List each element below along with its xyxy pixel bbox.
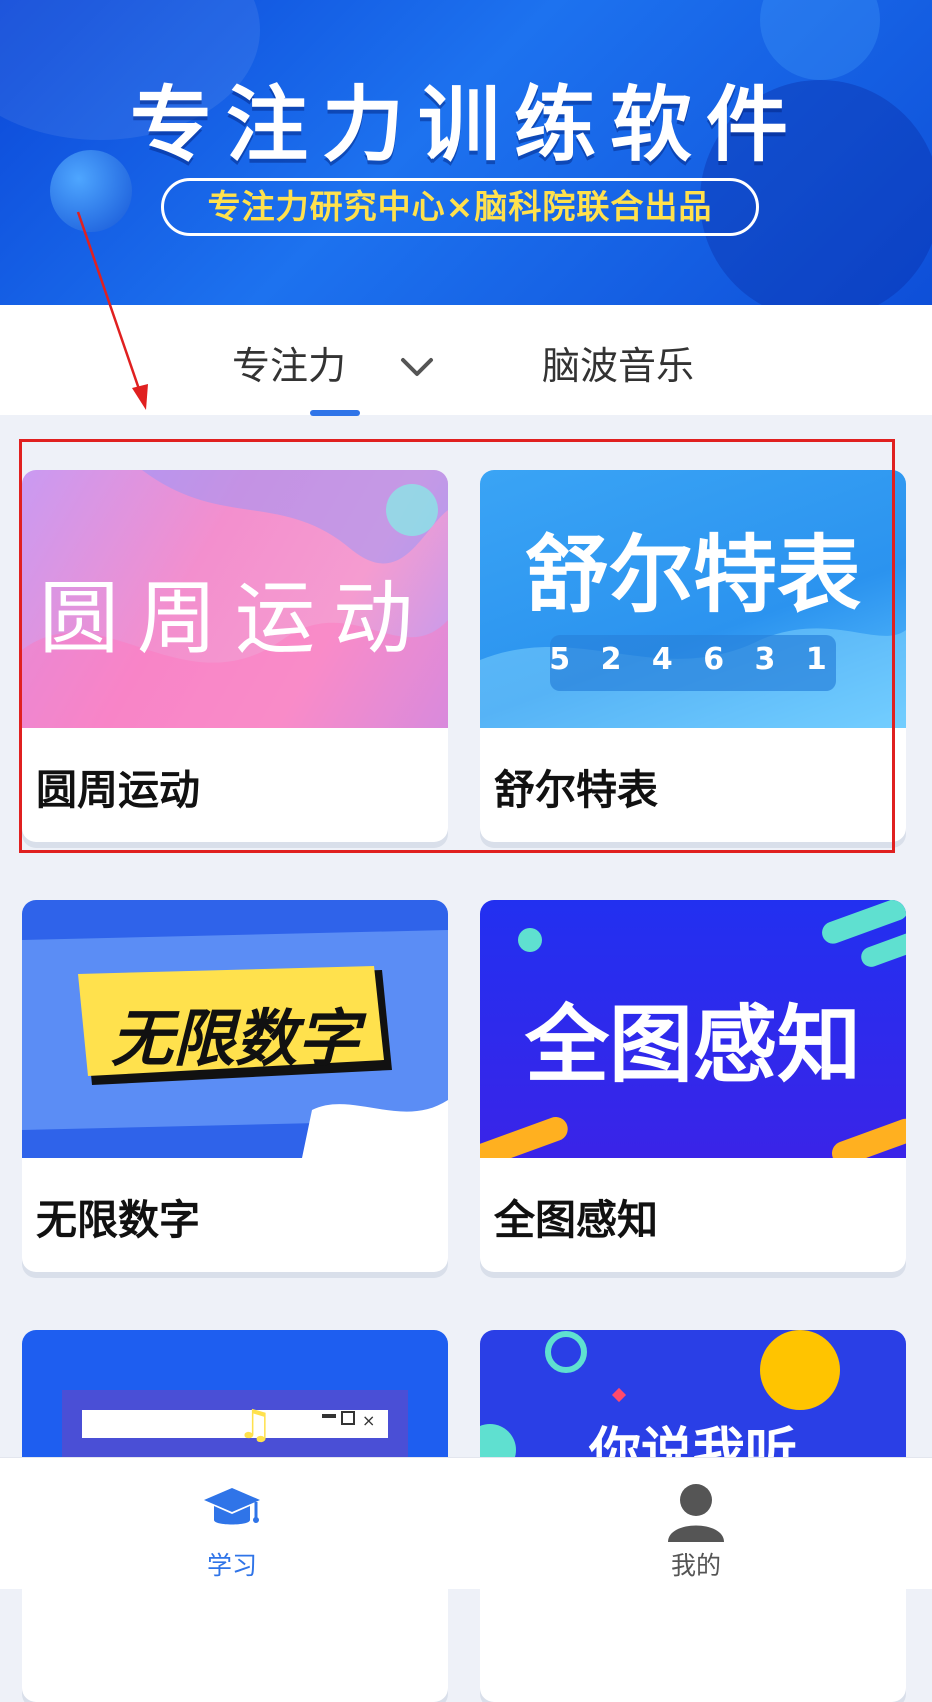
- nav-mine-label: 我的: [670, 1551, 721, 1580]
- svg-text:×: ×: [362, 1411, 375, 1430]
- card-image-title: 全图感知: [524, 996, 861, 1094]
- bottom-nav: 学习 我的: [0, 1457, 932, 1589]
- svg-text:♫: ♫: [237, 1402, 273, 1448]
- nav-study-label: 学习: [206, 1551, 257, 1580]
- card-image: 无限数字: [22, 900, 448, 1158]
- card-label: 全图感知: [494, 1196, 658, 1244]
- card-image-title: 无限数字: [110, 1002, 359, 1075]
- card-full-picture-perception[interactable]: 全图感知 全图感知: [480, 900, 906, 1272]
- annotation-arrow: [76, 211, 148, 410]
- card-image: 全图感知: [480, 900, 906, 1158]
- annotation-highlight-box: [19, 439, 895, 853]
- card-infinite-numbers[interactable]: 无限数字 无限数字: [22, 900, 448, 1272]
- graduation-cap-icon: [204, 1488, 260, 1525]
- card-label: 无限数字: [36, 1196, 200, 1244]
- user-icon: [668, 1484, 724, 1542]
